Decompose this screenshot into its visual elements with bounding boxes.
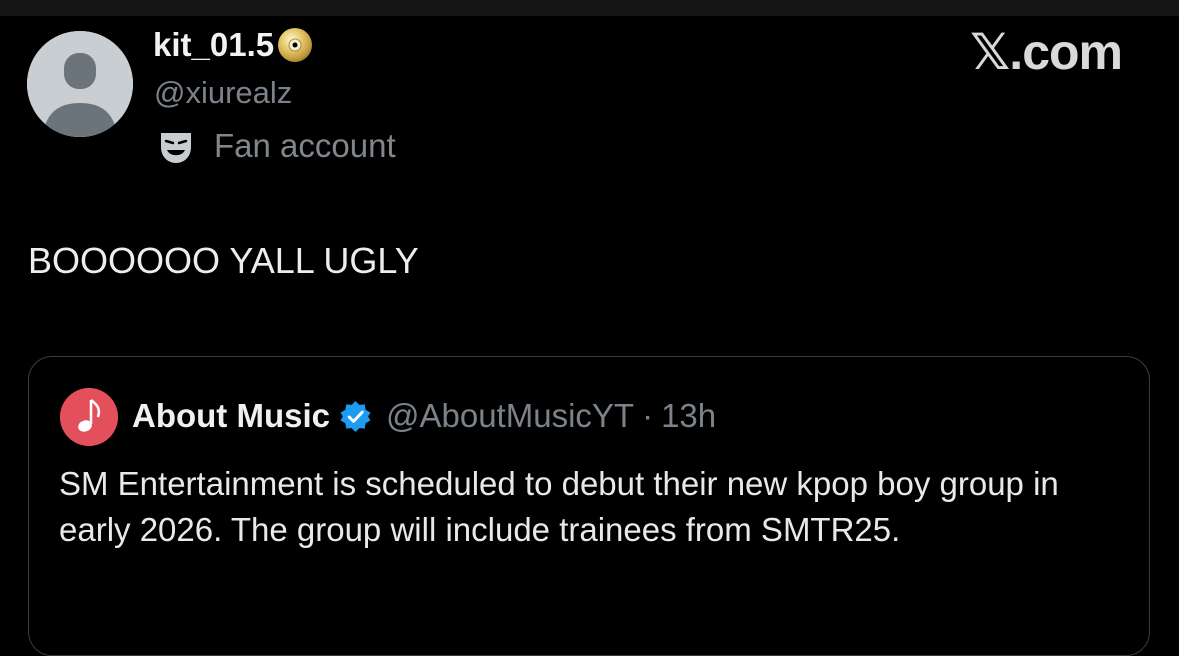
account-label[interactable]: Fan account [157,127,396,165]
author-handle[interactable]: @xiurealz [154,75,292,111]
cd-icon [278,28,313,62]
account-label-text: Fan account [214,127,396,164]
separator-dot: · [642,397,654,434]
music-note-icon [60,388,118,446]
quoted-avatar[interactable] [60,388,118,446]
top-edge [0,0,1179,16]
default-avatar-icon [27,31,133,137]
theater-mask-icon [161,133,191,163]
post-text: BOOOOOO YALL UGLY [28,240,419,281]
quoted-post-card[interactable]: About Music @AboutMusicYT · 13h SM Enter… [28,356,1150,656]
verified-badge-icon [340,400,371,432]
author-avatar[interactable] [27,31,133,137]
quoted-post-text: SM Entertainment is scheduled to debut t… [59,465,1059,548]
quoted-display-name[interactable]: About Music [132,397,330,435]
author-display-name[interactable]: kit_01.5 [153,26,314,64]
brand-watermark: 𝕏.com [970,24,1123,80]
quoted-timestamp[interactable]: 13h [661,397,716,435]
quoted-handle[interactable]: @AboutMusicYT [386,397,634,435]
quoted-header: About Music @AboutMusicYT · 13h [132,397,716,435]
display-name-text: kit_01.5 [153,26,275,63]
